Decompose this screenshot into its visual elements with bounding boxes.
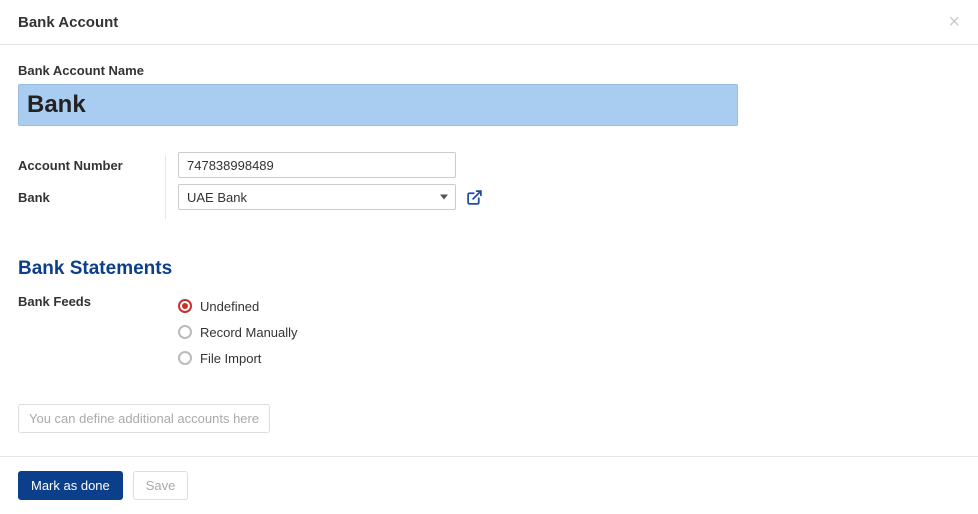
additional-accounts-button[interactable]: You can define additional accounts here xyxy=(18,404,270,433)
dialog-content: Bank Account Name Account Number Bank Ba… xyxy=(0,45,978,451)
radio-file-import[interactable]: File Import xyxy=(178,346,298,370)
dialog-title: Bank Account xyxy=(18,14,118,31)
radio-file-import-label: File Import xyxy=(200,351,261,366)
field-divider xyxy=(165,155,166,219)
radio-record-manually-label: Record Manually xyxy=(200,325,298,340)
radio-icon xyxy=(178,299,192,313)
radio-icon xyxy=(178,325,192,339)
mark-as-done-button[interactable]: Mark as done xyxy=(18,471,123,500)
close-icon[interactable]: × xyxy=(948,12,960,32)
radio-undefined[interactable]: Undefined xyxy=(178,294,298,318)
external-link-icon[interactable] xyxy=(466,189,483,206)
radio-icon xyxy=(178,351,192,365)
radio-record-manually[interactable]: Record Manually xyxy=(178,320,298,344)
dialog-header: Bank Account × xyxy=(0,0,978,45)
bank-select[interactable] xyxy=(178,184,456,210)
account-number-label: Account Number xyxy=(18,158,166,173)
bank-feeds-row: Bank Feeds Undefined Record Manually Fil… xyxy=(18,294,960,372)
dialog-footer: Mark as done Save xyxy=(0,456,978,514)
account-name-label: Bank Account Name xyxy=(18,63,960,78)
account-name-input[interactable] xyxy=(18,84,738,126)
save-button[interactable]: Save xyxy=(133,471,189,500)
bank-statements-title: Bank Statements xyxy=(18,258,960,280)
bank-label: Bank xyxy=(18,190,166,205)
bank-feeds-options: Undefined Record Manually File Import xyxy=(166,294,298,372)
account-number-input[interactable] xyxy=(178,152,456,178)
radio-undefined-label: Undefined xyxy=(200,299,259,314)
bank-feeds-label: Bank Feeds xyxy=(18,294,166,309)
bank-row: Bank xyxy=(18,184,960,210)
account-number-row: Account Number xyxy=(18,152,960,178)
